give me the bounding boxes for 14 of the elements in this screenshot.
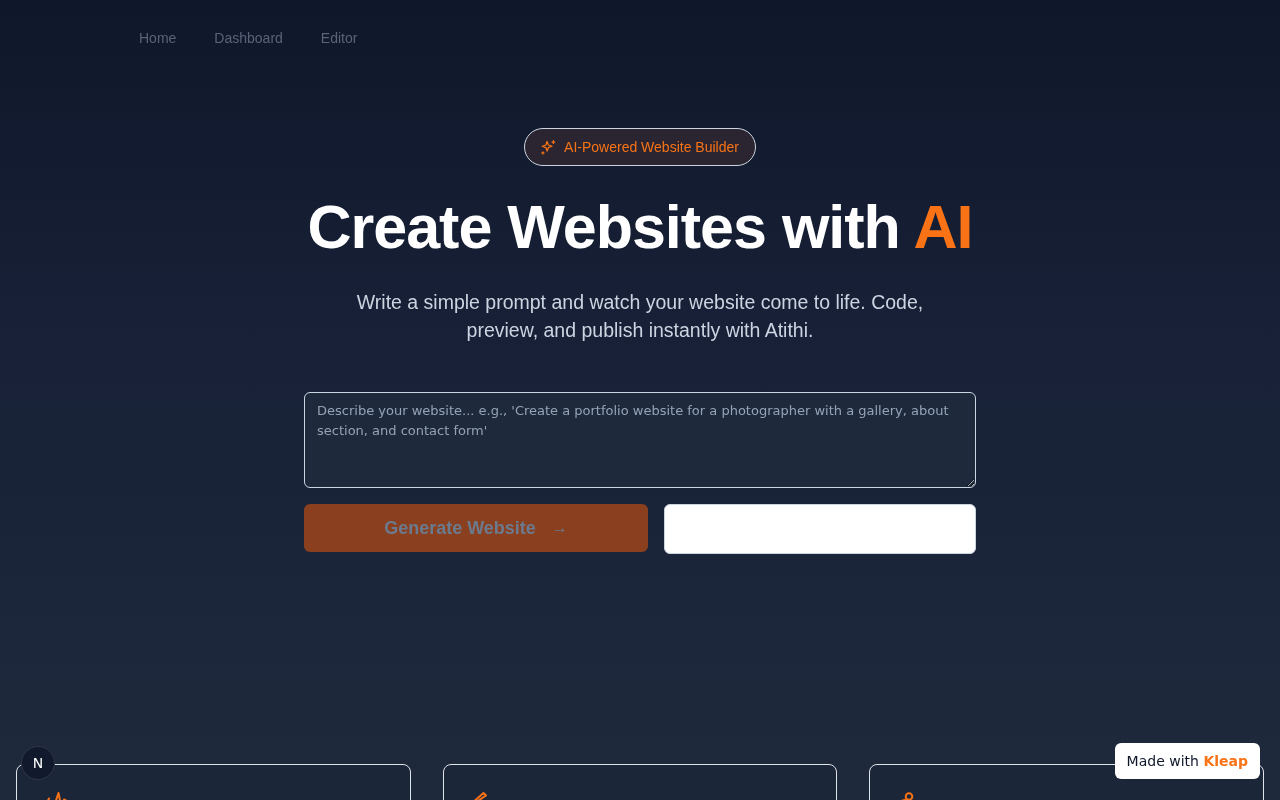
pen-icon [473,792,487,800]
blank-button[interactable] [664,504,976,554]
activity-icon [47,792,67,800]
nav-link[interactable]: Home [139,29,177,47]
nav-link[interactable]: Dashboard [214,29,283,47]
nav-link[interactable]: Editor [320,29,358,47]
badge-label: AI-Powered Website Builder [564,139,739,155]
subtitle-text: Write a simple prompt and watch your website come to life. Code, preview, and publish instantly with Atithi. [355,290,925,343]
dev-tools-button[interactable]: N [21,746,55,780]
made-with-link[interactable]: Made with Kleap [1114,743,1260,779]
key-icon [900,792,915,800]
prompt-field[interactable]: Describe your website... e.g., 'Create a portfolio website for a photographer with a gallery, about section, and contact form' [304,392,976,488]
sparkles-icon [541,139,557,155]
page-heading: Create Websites with AI [307,194,973,260]
